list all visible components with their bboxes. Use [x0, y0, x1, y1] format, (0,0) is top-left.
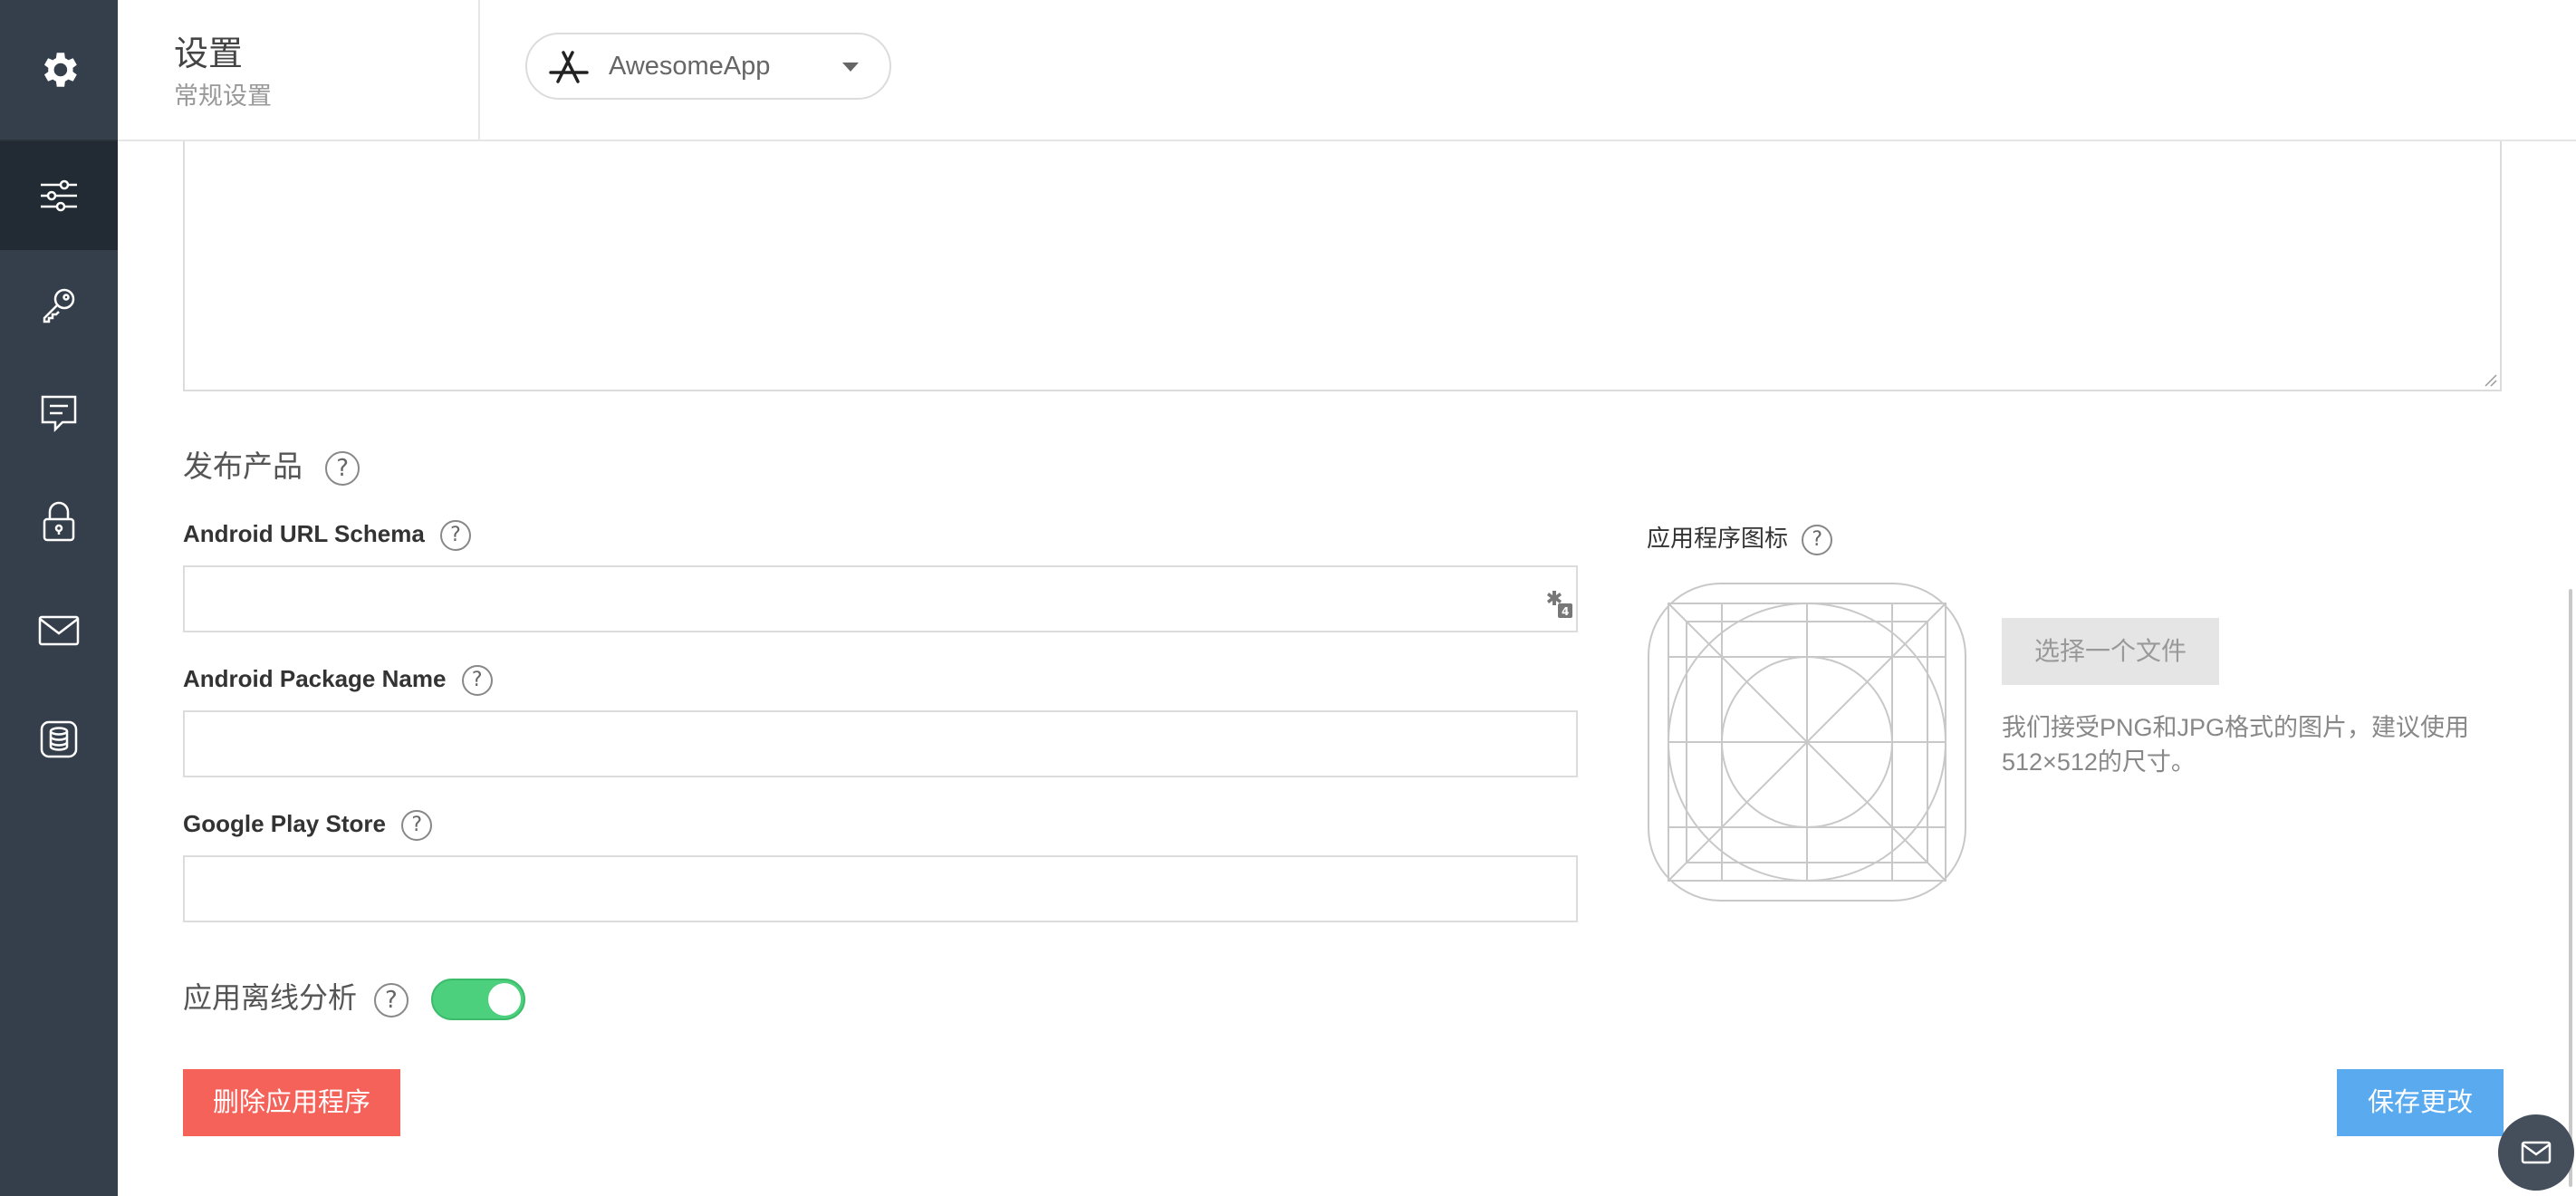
- publish-section-title: 发布产品 ?: [183, 442, 360, 487]
- gear-icon: [43, 53, 77, 87]
- app-icon-label-text: 应用程序图标: [1647, 525, 1789, 552]
- help-icon[interactable]: ?: [325, 451, 360, 487]
- database-icon: [40, 720, 78, 758]
- publish-section-label: 发布产品: [183, 449, 303, 483]
- page-header: 设置 常规设置 AwesomeApp: [118, 0, 2576, 141]
- chevron-down-icon: [842, 63, 859, 72]
- help-icon[interactable]: ?: [401, 810, 433, 842]
- delete-app-button[interactable]: 删除应用程序: [183, 1069, 400, 1136]
- page-scrollbar[interactable]: [2569, 589, 2572, 1187]
- sidebar-item-security[interactable]: [0, 468, 118, 576]
- app-store-icon: [549, 51, 589, 83]
- sidebar-item-settings[interactable]: [0, 0, 118, 141]
- help-icon[interactable]: ?: [373, 982, 409, 1018]
- sidebar-item-mail[interactable]: [0, 576, 118, 685]
- app-selector-value: AwesomeApp: [609, 52, 771, 81]
- android-url-schema-label: Android URL Schema ?: [183, 520, 472, 552]
- choose-file-button[interactable]: 选择一个文件: [2002, 618, 2219, 685]
- save-changes-button[interactable]: 保存更改: [2337, 1069, 2504, 1136]
- help-icon[interactable]: ?: [461, 665, 493, 697]
- sidebar-item-keys[interactable]: [0, 250, 118, 359]
- help-icon[interactable]: ?: [1802, 525, 1833, 556]
- resize-grip-icon[interactable]: [2484, 373, 2498, 388]
- app-selector[interactable]: AwesomeApp: [525, 33, 891, 100]
- sidebar-item-database[interactable]: [0, 685, 118, 794]
- field-label-text: Android Package Name: [183, 665, 447, 692]
- field-label-text: Android URL Schema: [183, 520, 425, 547]
- chat-button[interactable]: [2498, 1114, 2574, 1191]
- sidebar: [0, 0, 118, 1196]
- page-subtitle: 常规设置: [174, 82, 272, 110]
- field-label-text: Google Play Store: [183, 810, 386, 837]
- chat-mail-icon: [2521, 1141, 2552, 1164]
- app-icon-label: 应用程序图标 ?: [1647, 520, 1833, 556]
- offline-analytics-toggle[interactable]: [431, 979, 525, 1020]
- app-icon-hint: 我们接受PNG和JPG格式的图片，建议使用512×512的尺寸。: [2002, 714, 2470, 776]
- sidebar-item-messages[interactable]: [0, 359, 118, 468]
- offline-analytics-label: 应用离线分析 ?: [183, 975, 409, 1018]
- message-icon: [41, 395, 77, 433]
- key-icon: [43, 288, 75, 323]
- app-icon-placeholder[interactable]: [1647, 582, 1967, 902]
- android-package-name-input[interactable]: [183, 710, 1578, 777]
- google-play-store-input[interactable]: [183, 855, 1578, 922]
- toggle-knob: [488, 983, 521, 1016]
- mail-icon: [38, 615, 80, 646]
- sidebar-item-general[interactable]: [0, 141, 118, 250]
- offline-analytics-label-text: 应用离线分析: [183, 981, 358, 1014]
- password-manager-icon[interactable]: 4: [1543, 589, 1574, 620]
- help-icon[interactable]: ?: [440, 520, 472, 552]
- page-title: 设置: [174, 35, 244, 73]
- google-play-store-label: Google Play Store ?: [183, 810, 433, 842]
- header-divider: [478, 0, 480, 140]
- sliders-icon: [41, 179, 77, 212]
- lock-icon: [43, 501, 75, 542]
- svg-text:4: 4: [1562, 605, 1569, 618]
- description-textarea[interactable]: [183, 141, 2502, 391]
- android-package-name-label: Android Package Name ?: [183, 665, 493, 697]
- android-url-schema-input[interactable]: 4: [183, 565, 1578, 632]
